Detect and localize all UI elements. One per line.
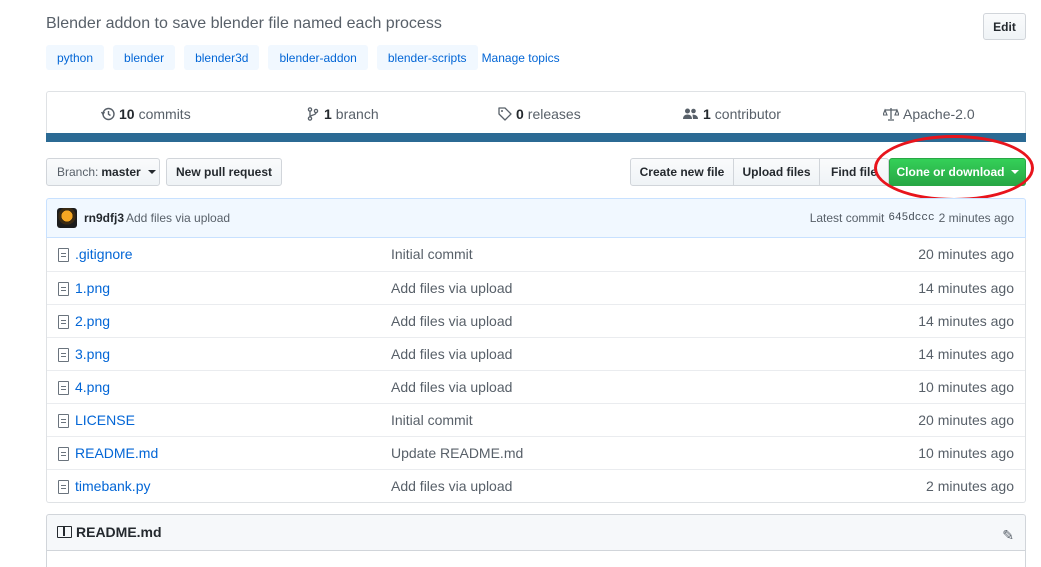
file-name[interactable]: 2.png [75,313,110,329]
commit-message[interactable]: Add files via upload [126,211,230,225]
commit-sha[interactable]: 645dccc [888,211,934,225]
clone-label: Clone or download [896,165,1005,179]
file-age: 20 minutes ago [918,246,1014,262]
file-commit-message[interactable]: Add files via upload [391,346,512,362]
file-icon [58,414,69,428]
file-row: 1.png Add files via upload 14 minutes ag… [47,271,1025,304]
file-icon [58,348,69,362]
file-age: 14 minutes ago [918,313,1014,329]
tag-icon [498,107,512,121]
file-icon [58,282,69,296]
topic-tag[interactable]: python [46,45,105,70]
avatar[interactable] [57,208,77,228]
topic-tag[interactable]: blender-addon [268,45,368,70]
chevron-down-icon [1010,170,1019,174]
file-row: .gitignore Initial commit 20 minutes ago [47,238,1025,271]
commits-link[interactable]: 10 commits [101,106,191,122]
file-commit-message[interactable]: Add files via upload [391,478,512,494]
license-link[interactable]: Apache-2.0 [883,106,975,122]
create-new-file-button[interactable]: Create new file [630,158,734,186]
find-file-button[interactable]: Find file [819,158,889,186]
file-name[interactable]: 3.png [75,346,110,362]
branch-select-button[interactable]: Branch: master [46,158,160,186]
commit-age: 2 minutes ago [938,211,1014,225]
topic-tag[interactable]: blender3d [184,45,260,70]
language-bar [46,133,1026,142]
file-commit-message[interactable]: Initial commit [391,412,473,428]
file-icon [58,315,69,329]
file-row: 4.png Add files via upload 10 minutes ag… [47,370,1025,403]
file-age: 14 minutes ago [918,346,1014,362]
file-name[interactable]: LICENSE [75,412,135,428]
repo-description: Blender addon to save blender file named… [46,15,442,32]
edit-description-button[interactable]: Edit [983,13,1026,40]
releases-label: releases [527,106,581,122]
file-row: README.md Update README.md 10 minutes ag… [47,436,1025,469]
topic-tag[interactable]: blender [113,45,176,70]
file-name[interactable]: timebank.py [75,478,150,494]
file-age: 14 minutes ago [918,280,1014,296]
readme-body [46,550,1026,567]
book-icon [57,526,72,538]
manage-topics-link[interactable]: Manage topics [482,51,560,65]
releases-count: 0 [516,106,524,122]
file-actions-group: Create new file Upload files Find file [630,158,889,186]
commit-author[interactable]: rn9dfj3 [84,211,124,225]
releases-link[interactable]: 0 releases [498,106,581,122]
file-icon [58,480,69,494]
history-icon [101,107,115,121]
file-list: .gitignore Initial commit 20 minutes ago… [46,238,1026,503]
file-commit-message[interactable]: Add files via upload [391,313,512,329]
contributors-label: contributor [714,106,781,122]
commits-count: 10 [119,106,135,122]
file-name[interactable]: 4.png [75,379,110,395]
new-pull-request-button[interactable]: New pull request [166,158,282,186]
file-age: 10 minutes ago [918,379,1014,395]
file-age: 2 minutes ago [926,478,1014,494]
branches-label: branch [335,106,379,122]
branch-name: master [101,165,141,179]
file-row: 3.png Add files via upload 14 minutes ag… [47,337,1025,370]
branch-prefix: Branch: [57,165,99,179]
branches-count: 1 [324,106,332,122]
file-commit-message[interactable]: Add files via upload [391,280,512,296]
topics-list: python blender blender3d blender-addon b… [46,45,560,70]
latest-commit-label: Latest commit [809,211,885,225]
clone-or-download-button[interactable]: Clone or download [889,158,1026,186]
file-row: 2.png Add files via upload 14 minutes ag… [47,304,1025,337]
law-icon [883,108,899,121]
branches-link[interactable]: 1 branch [306,106,379,122]
file-name[interactable]: 1.png [75,280,110,296]
file-commit-message[interactable]: Update README.md [391,445,523,461]
file-icon [58,248,69,262]
file-age: 20 minutes ago [918,412,1014,428]
license-label: Apache-2.0 [903,106,975,122]
file-age: 10 minutes ago [918,445,1014,461]
file-row: timebank.py Add files via upload 2 minut… [47,469,1025,502]
contributors-count: 1 [703,106,711,122]
upload-files-button[interactable]: Upload files [733,158,820,186]
pencil-icon[interactable]: ✎ [1002,527,1014,544]
latest-commit-info: Latest commit 645dccc 2 minutes ago [810,211,1014,225]
file-row: LICENSE Initial commit 20 minutes ago [47,403,1025,436]
file-commit-message[interactable]: Initial commit [391,246,473,262]
chevron-down-icon [147,170,156,174]
latest-commit-bar: rn9dfj3 Add files via upload Latest comm… [46,198,1026,238]
contributors-link[interactable]: 1 contributor [682,106,781,122]
file-name[interactable]: README.md [75,445,158,461]
commits-label: commits [138,106,191,122]
file-commit-message[interactable]: Add files via upload [391,379,512,395]
file-icon [58,381,69,395]
file-icon [58,447,69,461]
readme-title: README.md [76,524,162,540]
readme-header: README.md ✎ [46,514,1026,550]
file-name[interactable]: .gitignore [75,246,133,262]
topic-tag[interactable]: blender-scripts [376,45,478,70]
branch-icon [307,107,319,121]
people-icon [683,108,698,119]
